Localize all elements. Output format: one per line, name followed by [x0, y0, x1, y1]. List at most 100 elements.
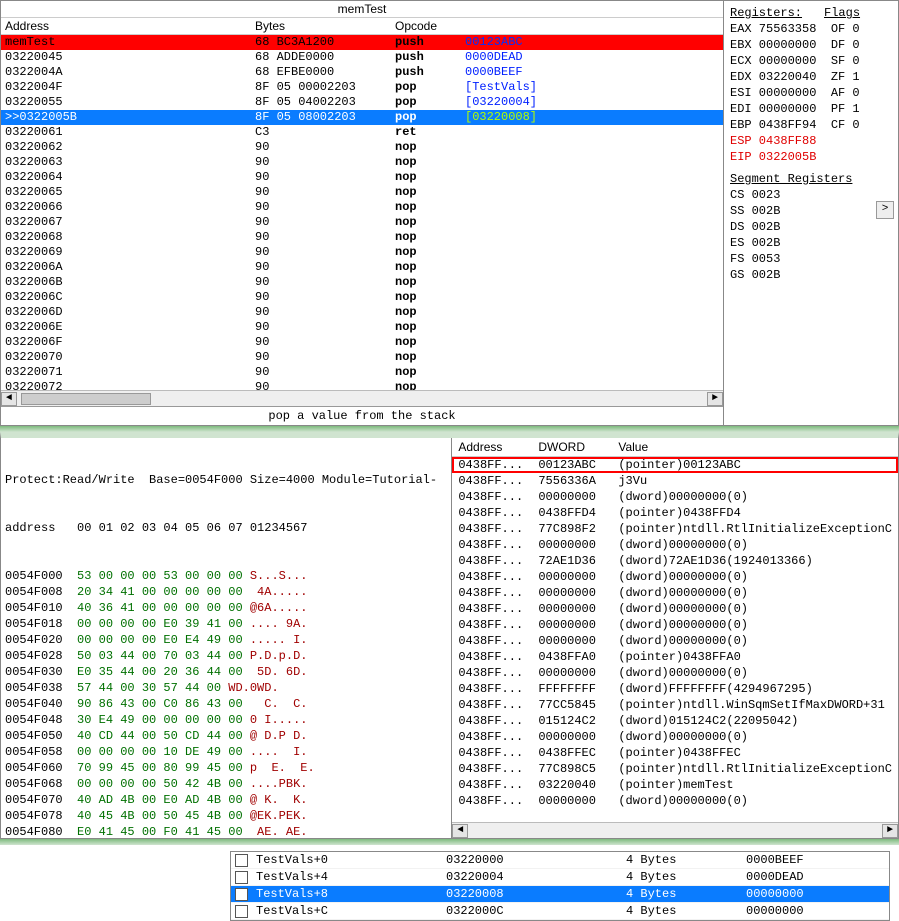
hex-row[interactable]: 0054F068 00 00 00 00 50 42 4B 00 ....PBK… — [5, 776, 447, 792]
stack-row[interactable]: 0438FF...77CC5845(pointer)ntdll.WinSqmSe… — [452, 697, 898, 713]
stack-row[interactable]: 0438FF...7556336Aj3Vu — [452, 473, 898, 489]
stack-row[interactable]: 0438FF...00000000(dword)00000000(0) — [452, 617, 898, 633]
segment-row: GS 002B — [730, 267, 892, 283]
disasm-row[interactable]: 0322006490nop — [1, 170, 723, 185]
stack-row[interactable]: 0438FF...00123ABC(pointer)00123ABC — [452, 457, 898, 473]
hex-row[interactable]: 0054F018 00 00 00 00 E0 39 41 00 .... 9A… — [5, 616, 447, 632]
disasm-row[interactable]: 03220061C3ret — [1, 125, 723, 140]
disasm-row[interactable]: 0322006C90nop — [1, 290, 723, 305]
hexdump-panel[interactable]: Protect:Read/Write Base=0054F000 Size=40… — [1, 438, 452, 838]
scroll-left-icon[interactable]: ◄ — [1, 392, 17, 406]
hex-row[interactable]: 0054F040 90 86 43 00 C0 86 43 00 C. C. — [5, 696, 447, 712]
stack-row[interactable]: 0438FF...0438FFD4(pointer)0438FFD4 — [452, 505, 898, 521]
addrlist-row[interactable]: TestVals+4032200044 Bytes0000DEAD — [231, 869, 889, 886]
more-button[interactable]: > — [876, 201, 894, 219]
addrlist-row[interactable]: TestVals+8032200084 Bytes00000000 — [231, 886, 889, 903]
disasm-row[interactable]: 0322007290nop — [1, 380, 723, 390]
disasm-row[interactable]: 0322006E90nop — [1, 320, 723, 335]
scroll-right-icon[interactable]: ► — [707, 392, 723, 406]
stack-row[interactable]: 0438FF...00000000(dword)00000000(0) — [452, 585, 898, 601]
disasm-row[interactable]: 0322007090nop — [1, 350, 723, 365]
disasm-row[interactable]: 0322007190nop — [1, 365, 723, 380]
hex-row[interactable]: 0054F010 40 36 41 00 00 00 00 00 @6A....… — [5, 600, 447, 616]
disasm-row[interactable]: 032200558F 05 04002203pop[03220004] — [1, 95, 723, 110]
hex-row[interactable]: 0054F030 E0 35 44 00 20 36 44 00 5D. 6D. — [5, 664, 447, 680]
register-row: EBX 00000000 DF 0 — [730, 37, 892, 53]
disasm-header: Address Bytes Opcode — [1, 18, 723, 35]
hex-row[interactable]: 0054F060 70 99 45 00 80 99 45 00 p E. E. — [5, 760, 447, 776]
scroll-right-icon[interactable]: ► — [882, 824, 898, 838]
disasm-row[interactable]: 0322006390nop — [1, 155, 723, 170]
stack-row[interactable]: 0438FF...00000000(dword)00000000(0) — [452, 537, 898, 553]
hex-row[interactable]: 0054F080 E0 41 45 00 F0 41 45 00 AE. AE. — [5, 824, 447, 838]
address-list[interactable]: TestVals+0032200004 Bytes0000BEEFTestVal… — [230, 851, 890, 921]
stack-row[interactable]: 0438FF...00000000(dword)00000000(0) — [452, 793, 898, 809]
stack-row[interactable]: 0438FF...72AE1D36(dword)72AE1D36(1924013… — [452, 553, 898, 569]
hex-row[interactable]: 0054F058 00 00 00 00 10 DE 49 00 .... I. — [5, 744, 447, 760]
disasm-row[interactable]: 0322004A68 EFBE0000push0000BEEF — [1, 65, 723, 80]
segment-row: FS 0053 — [730, 251, 892, 267]
hex-row[interactable]: 0054F028 50 03 44 00 70 03 44 00 P.D.p.D… — [5, 648, 447, 664]
hex-row[interactable]: 0054F038 57 44 00 30 57 44 00 WD.0WD. — [5, 680, 447, 696]
disasm-row[interactable]: 0322006290nop — [1, 140, 723, 155]
segment-heading: Segment Registers — [730, 171, 892, 187]
stack-row[interactable]: 0438FF...015124C2(dword)015124C2(2209504… — [452, 713, 898, 729]
disasm-row[interactable]: 0322006F90nop — [1, 335, 723, 350]
checkbox[interactable] — [235, 905, 248, 918]
disasm-row[interactable]: 0322006D90nop — [1, 305, 723, 320]
stack-row[interactable]: 0438FF...00000000(dword)00000000(0) — [452, 601, 898, 617]
register-row: EDX 03220040 ZF 1 — [730, 69, 892, 85]
stack-row[interactable]: 0438FF...00000000(dword)00000000(0) — [452, 633, 898, 649]
segment-row: ES 002B — [730, 235, 892, 251]
disasm-rows[interactable]: memTest68 BC3A1200push00123ABC0322004568… — [1, 35, 723, 390]
flags-heading: Flags — [824, 5, 860, 21]
stack-row[interactable]: 0438FF...0438FFEC(pointer)0438FFEC — [452, 745, 898, 761]
disasm-title: memTest — [1, 1, 723, 18]
disasm-row[interactable]: 0322006890nop — [1, 230, 723, 245]
stack-header: Address DWORD Value — [452, 438, 898, 457]
register-row: EDI 00000000 PF 1 — [730, 101, 892, 117]
stack-rows[interactable]: 0438FF...00123ABC(pointer)00123ABC0438FF… — [452, 457, 898, 822]
hex-row[interactable]: 0054F050 40 CD 44 00 50 CD 44 00 @ D.P D… — [5, 728, 447, 744]
stack-row[interactable]: 0438FF...00000000(dword)00000000(0) — [452, 729, 898, 745]
hex-row[interactable]: 0054F078 40 45 4B 00 50 45 4B 00 @EK.PEK… — [5, 808, 447, 824]
stack-row[interactable]: 0438FF...00000000(dword)00000000(0) — [452, 489, 898, 505]
disasm-row[interactable]: 0322004F8F 05 00002203pop[TestVals] — [1, 80, 723, 95]
disasm-row[interactable]: 0322006990nop — [1, 245, 723, 260]
disasm-row[interactable]: >>0322005B8F 05 08002203pop[03220008] — [1, 110, 723, 125]
checkbox[interactable] — [235, 888, 248, 901]
registers-heading: Registers: — [730, 5, 802, 21]
segment-row: DS 002B — [730, 219, 892, 235]
stack-row[interactable]: 0438FF...00000000(dword)00000000(0) — [452, 665, 898, 681]
stack-row[interactable]: 0438FF...03220040(pointer)memTest — [452, 777, 898, 793]
disasm-row[interactable]: 0322006590nop — [1, 185, 723, 200]
stack-row[interactable]: 0438FF...77C898C5(pointer)ntdll.RtlIniti… — [452, 761, 898, 777]
disasm-row[interactable]: 0322006690nop — [1, 200, 723, 215]
addrlist-row[interactable]: TestVals+0032200004 Bytes0000BEEF — [231, 852, 889, 869]
stack-row[interactable]: 0438FF...FFFFFFFF(dword)FFFFFFFF(4294967… — [452, 681, 898, 697]
hex-row[interactable]: 0054F048 30 E4 49 00 00 00 00 00 0 I....… — [5, 712, 447, 728]
addrlist-row[interactable]: TestVals+C0322000C4 Bytes00000000 — [231, 903, 889, 920]
hex-row[interactable]: 0054F000 53 00 00 00 53 00 00 00 S...S..… — [5, 568, 447, 584]
stack-hscroll[interactable]: ◄ ► — [452, 822, 898, 838]
stack-row[interactable]: 0438FF...0438FFA0(pointer)0438FFA0 — [452, 649, 898, 665]
checkbox[interactable] — [235, 854, 248, 867]
stack-row[interactable]: 0438FF...00000000(dword)00000000(0) — [452, 569, 898, 585]
disasm-row[interactable]: 0322006A90nop — [1, 260, 723, 275]
scroll-thumb[interactable] — [21, 393, 151, 405]
disasm-row[interactable]: 0322006B90nop — [1, 275, 723, 290]
stack-panel: Address DWORD Value 0438FF...00123ABC(po… — [452, 438, 898, 838]
stack-row[interactable]: 0438FF...77C898F2(pointer)ntdll.RtlIniti… — [452, 521, 898, 537]
disasm-row[interactable]: 0322006790nop — [1, 215, 723, 230]
disasm-row[interactable]: memTest68 BC3A1200push00123ABC — [1, 35, 723, 50]
scroll-left-icon[interactable]: ◄ — [452, 824, 468, 838]
hex-header: address 00 01 02 03 04 05 06 07 01234567 — [5, 520, 447, 536]
hex-row[interactable]: 0054F008 20 34 41 00 00 00 00 00 4A..... — [5, 584, 447, 600]
hex-row[interactable]: 0054F020 00 00 00 00 E0 E4 49 00 ..... I… — [5, 632, 447, 648]
disasm-hscroll[interactable]: ◄ ► — [1, 390, 723, 406]
hex-row[interactable]: 0054F070 40 AD 4B 00 E0 AD 4B 00 @ K. K. — [5, 792, 447, 808]
protect-line: Protect:Read/Write Base=0054F000 Size=40… — [5, 472, 447, 488]
register-row: ESP 0438FF88 — [730, 133, 892, 149]
checkbox[interactable] — [235, 871, 248, 884]
disasm-row[interactable]: 0322004568 ADDE0000push0000DEAD — [1, 50, 723, 65]
